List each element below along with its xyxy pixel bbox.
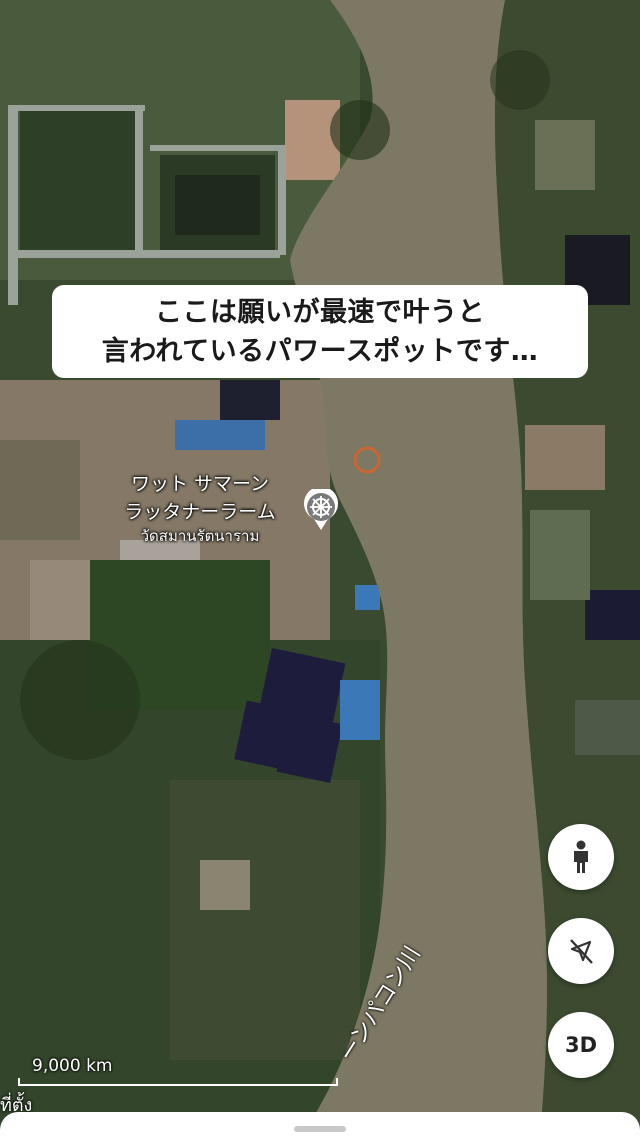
- sheet-handle[interactable]: [294, 1126, 346, 1132]
- satellite-imagery: [0, 0, 640, 1138]
- place-name-line1: ワット サマーン: [130, 473, 270, 495]
- scale-label: 9,000 km: [32, 1056, 113, 1076]
- dharma-wheel-icon: [304, 489, 338, 530]
- location-toggle-button[interactable]: [548, 918, 614, 984]
- temple-pin[interactable]: [300, 489, 342, 531]
- scale-bar: 9,000 km: [18, 1056, 340, 1086]
- compass-off-icon: [570, 939, 593, 964]
- scale-line: [18, 1078, 338, 1086]
- caption-overlay: ここは願いが最速で叶うと 言われているパワースポットです…: [52, 285, 588, 378]
- place-name-line2: ラッタナーラーム: [124, 501, 276, 523]
- 3d-button[interactable]: 3D: [548, 1012, 614, 1078]
- place-name-thai: วัดสมานรัตนาราม: [140, 527, 260, 545]
- caption-line1: ここは願いが最速で叶うと: [155, 296, 485, 328]
- person-icon: [574, 840, 588, 873]
- place-label[interactable]: ワット サマーン ラッタナーラーム วัดสมานรัตนาราม: [100, 470, 300, 546]
- bottom-sheet[interactable]: [0, 1112, 640, 1138]
- caption-line2: 言われているパワースポットです…: [101, 335, 539, 367]
- satellite-map[interactable]: ワット サマーン ラッタナーラーム วัดสมานรัตนาราม ーンパコン川: [0, 0, 640, 1138]
- street-view-button[interactable]: [548, 824, 614, 890]
